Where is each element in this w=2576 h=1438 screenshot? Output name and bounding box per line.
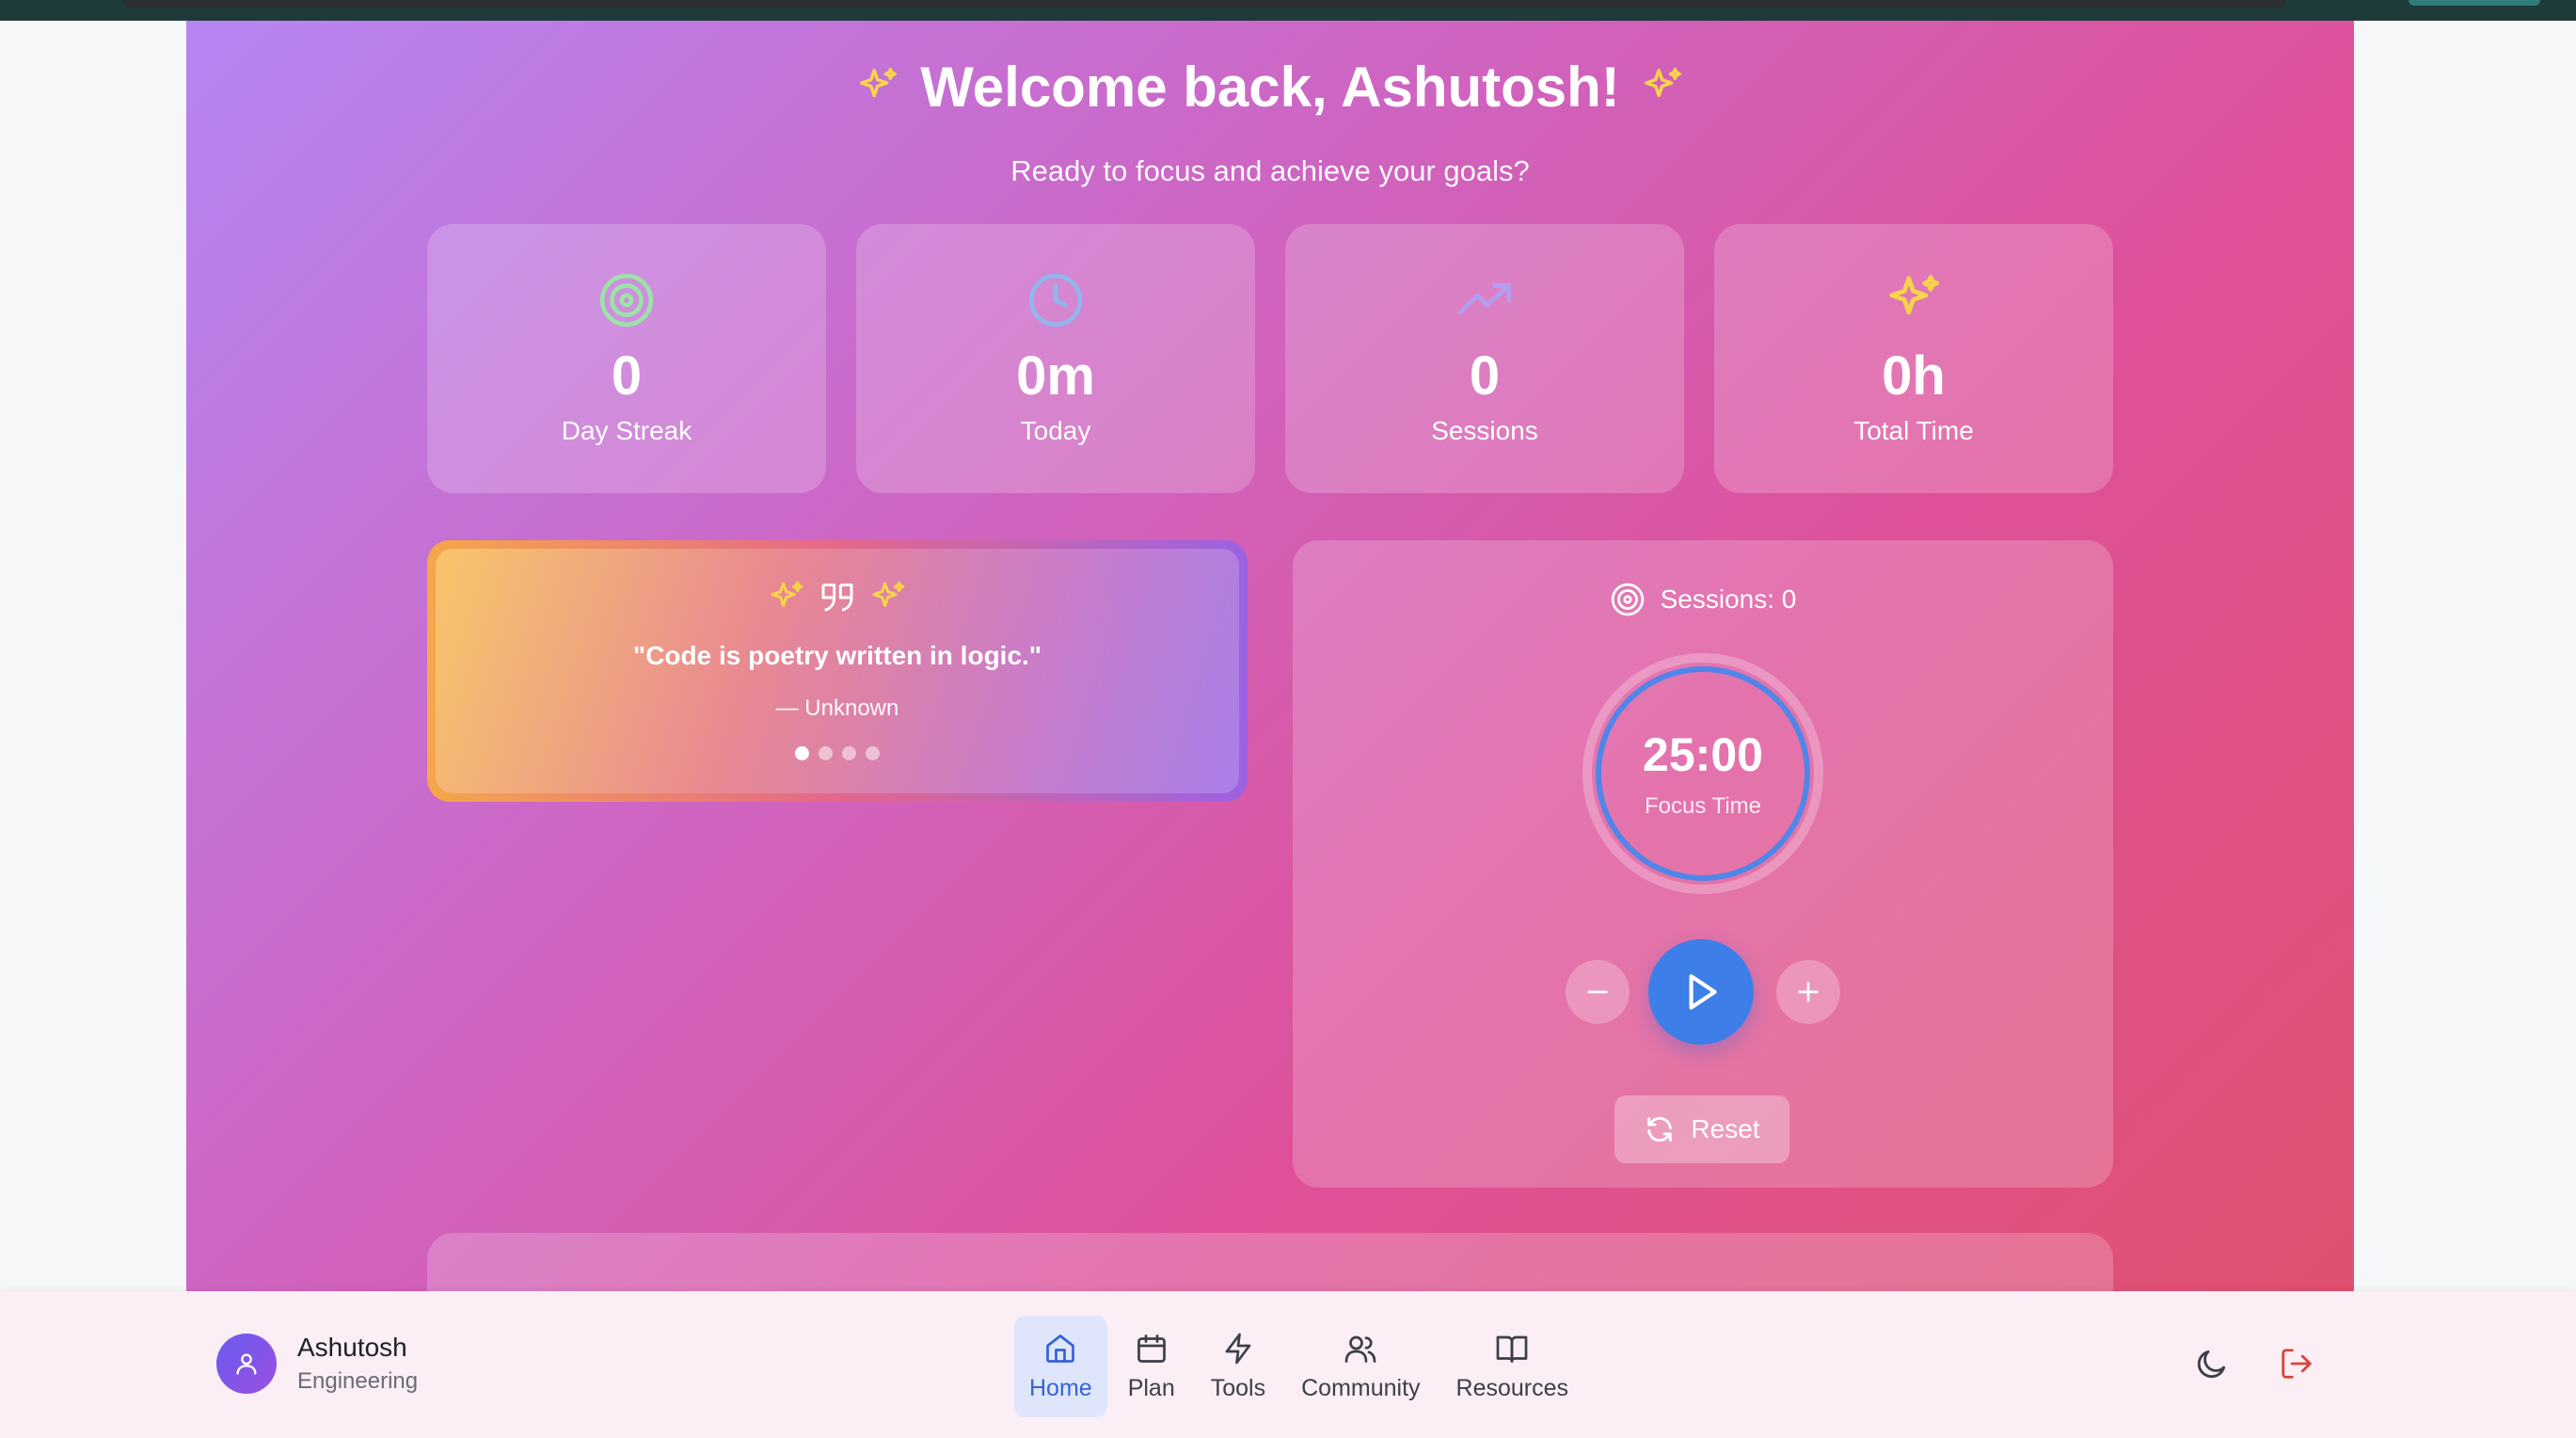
plus-icon bbox=[1798, 982, 1819, 1002]
nav-item-plan[interactable]: Plan bbox=[1113, 1316, 1190, 1417]
bottom-navigation: Ashutosh Engineering Home Plan Tools Com… bbox=[0, 1291, 2576, 1438]
nav-item-resources[interactable]: Resources bbox=[1441, 1316, 1584, 1417]
top-bar-accent bbox=[2409, 0, 2540, 6]
stat-card-day-streak: 0 Day Streak bbox=[427, 224, 826, 493]
sparkles-icon bbox=[771, 581, 803, 607]
quote-card: "Code is poetry written in logic." — Unk… bbox=[427, 540, 1248, 802]
user-name: Ashutosh bbox=[297, 1333, 407, 1362]
quote-author: — Unknown bbox=[775, 695, 899, 721]
stat-value: 0m bbox=[1016, 345, 1095, 407]
stat-value: 0 bbox=[1469, 345, 1501, 407]
play-icon bbox=[1689, 974, 1717, 1010]
page-subtitle: Ready to focus and achieve your goals? bbox=[1010, 154, 1530, 187]
book-icon bbox=[1496, 1335, 1528, 1363]
moon-icon bbox=[2197, 1350, 2226, 1379]
reset-button[interactable]: Reset bbox=[1614, 1095, 1789, 1163]
stat-label: Day Streak bbox=[561, 416, 692, 445]
page-title: Welcome back, Ashutosh! bbox=[920, 55, 1620, 119]
stat-card-today: 0m Today bbox=[856, 224, 1255, 493]
quote-dot-3[interactable] bbox=[842, 746, 856, 760]
theme-toggle-button[interactable] bbox=[2190, 1342, 2234, 1385]
stat-label: Today bbox=[1020, 416, 1091, 445]
nav-actions bbox=[2190, 1342, 2318, 1385]
quote-pagination bbox=[795, 746, 880, 760]
nav-item-label: Home bbox=[1029, 1374, 1092, 1401]
focus-timer-card: Sessions: 0 25:00 Focus Time Reset bbox=[1293, 540, 2113, 1188]
stat-label: Total Time bbox=[1853, 416, 1974, 445]
start-timer-button[interactable] bbox=[1648, 939, 1754, 1045]
welcome-heading: Welcome back, Ashutosh! bbox=[186, 49, 2354, 124]
logout-button[interactable] bbox=[2275, 1342, 2318, 1385]
sessions-label: Sessions: 0 bbox=[1660, 584, 1797, 614]
stat-card-total-time: 0h Total Time bbox=[1714, 224, 2113, 493]
nav-item-tools[interactable]: Tools bbox=[1196, 1316, 1280, 1417]
quote-dot-4[interactable] bbox=[866, 746, 880, 760]
nav-item-community[interactable]: Community bbox=[1286, 1316, 1435, 1417]
quote-icon bbox=[821, 583, 853, 612]
calendar-icon bbox=[1137, 1334, 1166, 1363]
timer-mode-label: Focus Time bbox=[1644, 793, 1762, 819]
target-icon bbox=[597, 271, 656, 329]
sparkles-icon bbox=[860, 68, 898, 98]
user-department: Engineering bbox=[297, 1368, 419, 1394]
quote-text: "Code is poetry written in logic." bbox=[632, 641, 1042, 670]
nav-tabs: Home Plan Tools Community Resources bbox=[1014, 1316, 1583, 1417]
dashboard-hero: Welcome back, Ashutosh! Ready to focus a… bbox=[186, 21, 2354, 1291]
avatar[interactable] bbox=[216, 1334, 277, 1394]
quote-dot-1[interactable] bbox=[795, 746, 809, 760]
browser-top-bar bbox=[0, 0, 2576, 21]
sessions-counter: Sessions: 0 bbox=[1293, 582, 2113, 617]
timer-time: 25:00 bbox=[1643, 728, 1763, 781]
clock-icon bbox=[1026, 271, 1085, 329]
trending-up-icon bbox=[1455, 271, 1514, 329]
sparkles-icon bbox=[1644, 68, 1681, 98]
minus-icon bbox=[1587, 990, 1608, 994]
stat-label: Sessions bbox=[1431, 416, 1538, 445]
decrease-time-button[interactable] bbox=[1566, 960, 1630, 1024]
user-icon bbox=[236, 1353, 257, 1375]
stat-card-sessions: 0 Sessions bbox=[1285, 224, 1684, 493]
quote-dot-2[interactable] bbox=[819, 746, 833, 760]
nav-item-label: Resources bbox=[1455, 1374, 1569, 1401]
sparkles-icon bbox=[872, 581, 905, 607]
refresh-icon bbox=[1647, 1116, 1673, 1142]
timer-dial: 25:00 Focus Time bbox=[1582, 653, 1823, 894]
home-icon bbox=[1046, 1334, 1075, 1363]
nav-item-label: Community bbox=[1301, 1374, 1421, 1401]
reset-label: Reset bbox=[1691, 1114, 1760, 1143]
stat-value: 0h bbox=[1882, 345, 1946, 407]
target-icon bbox=[1611, 583, 1644, 616]
next-section-card bbox=[427, 1233, 2113, 1291]
stat-value: 0 bbox=[611, 345, 643, 407]
lightning-icon bbox=[1225, 1333, 1251, 1364]
users-icon bbox=[1344, 1335, 1376, 1363]
nav-item-home[interactable]: Home bbox=[1014, 1316, 1107, 1417]
increase-time-button[interactable] bbox=[1776, 960, 1840, 1024]
nav-item-label: Tools bbox=[1210, 1374, 1266, 1401]
logout-icon bbox=[2282, 1349, 2312, 1379]
user-profile[interactable]: Ashutosh Engineering bbox=[216, 1333, 418, 1395]
top-bar-strip bbox=[122, 0, 2286, 8]
sparkles-icon bbox=[1884, 271, 1943, 329]
nav-item-label: Plan bbox=[1127, 1374, 1175, 1401]
